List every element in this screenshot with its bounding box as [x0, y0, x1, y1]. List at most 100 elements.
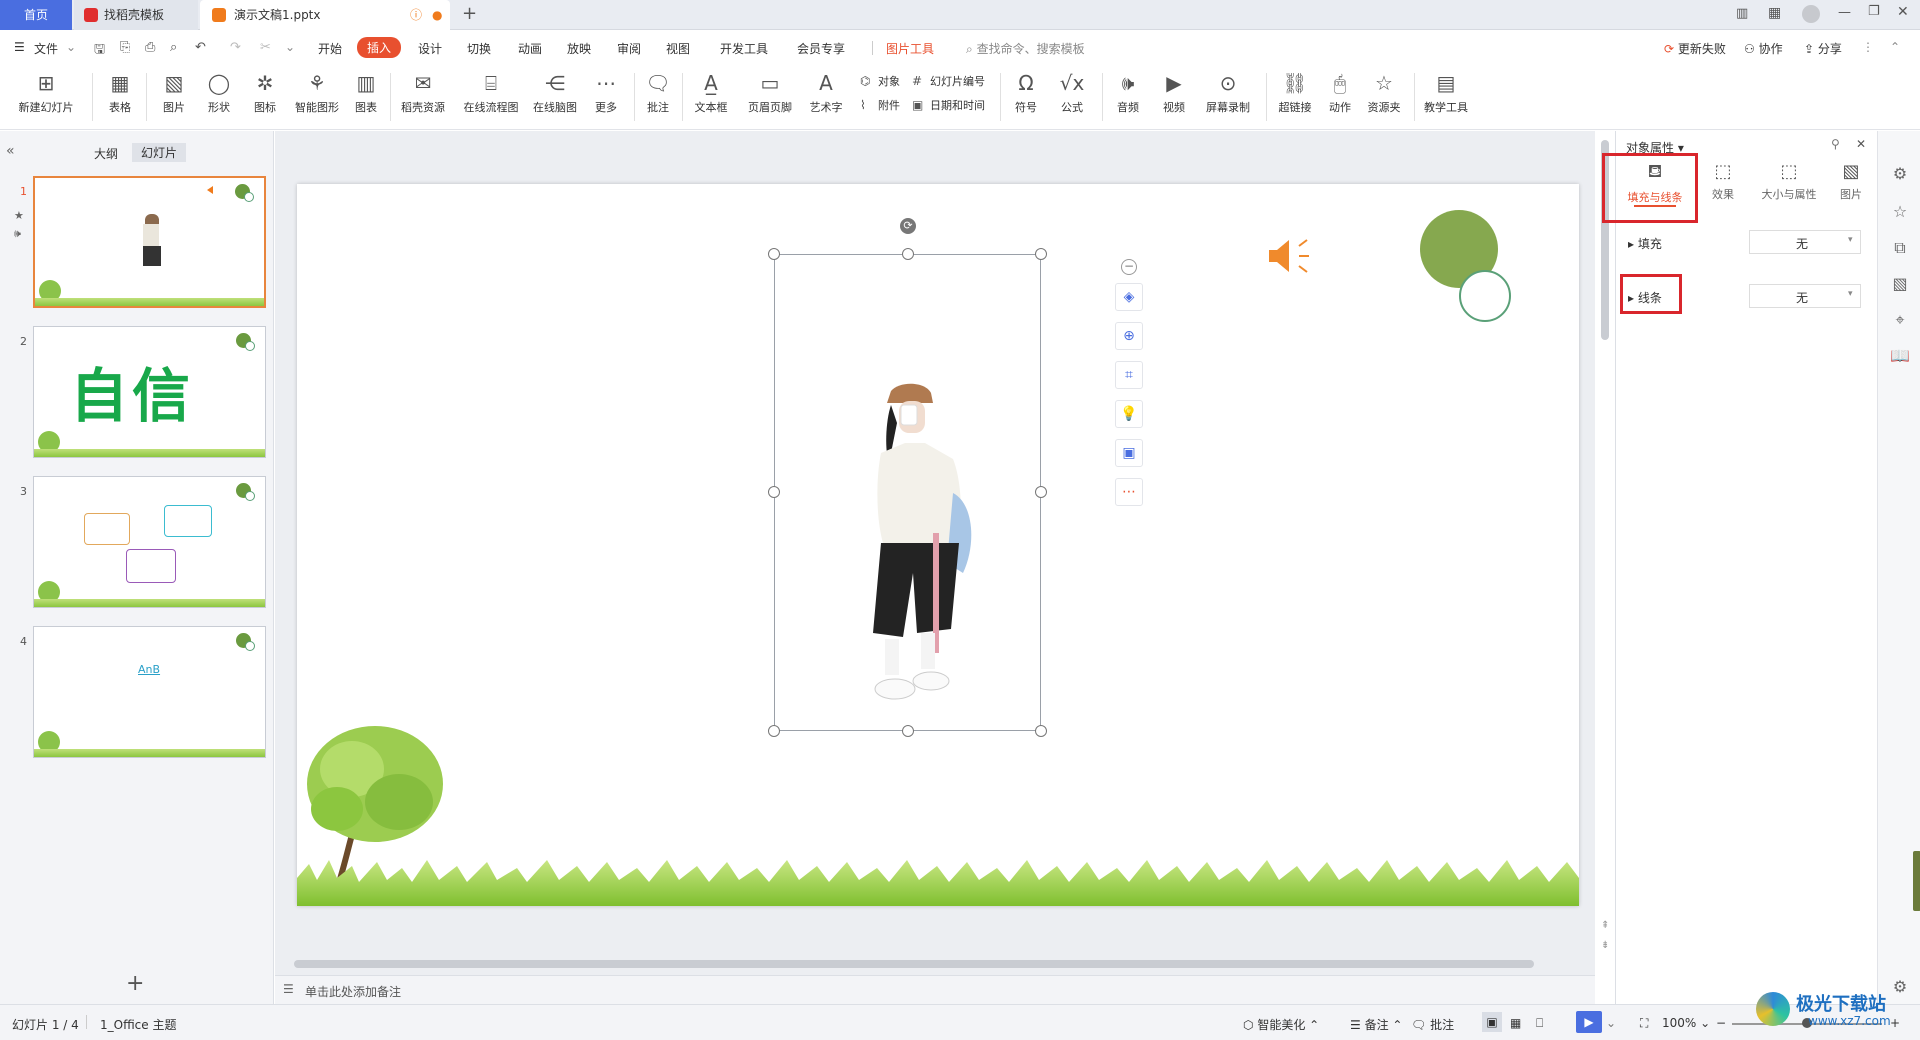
selected-picture-frame[interactable] [774, 254, 1041, 731]
menu-tab-member[interactable]: 会员专享 [797, 40, 845, 57]
animation-icon[interactable]: ☆ [1890, 202, 1910, 222]
menu-tab-animation[interactable]: 动画 [518, 40, 542, 57]
resource-folder-button[interactable]: ☆ 资源夹 [1362, 71, 1406, 115]
resize-handle[interactable] [902, 248, 914, 260]
layout-icon[interactable]: ▥ [1736, 6, 1748, 21]
collapse-ribbon-icon[interactable]: ⌃ [1890, 40, 1900, 54]
slide-thumbnail-3[interactable] [33, 476, 266, 608]
menu-tab-slideshow[interactable]: 放映 [567, 40, 591, 57]
resize-handle[interactable] [1035, 486, 1047, 498]
zoom-level[interactable]: 100% ⌄ [1662, 1016, 1710, 1030]
save-icon[interactable]: 🖫 [94, 40, 105, 62]
restore-icon[interactable]: ❐ [1868, 4, 1880, 19]
pin-icon[interactable]: ⚲ [1831, 137, 1840, 151]
resize-handle[interactable] [1035, 248, 1047, 260]
side-handle[interactable] [1913, 851, 1920, 911]
hyperlink-button[interactable]: ⛓ 超链接 [1272, 71, 1318, 115]
wordart-button[interactable]: A 艺术字 [802, 71, 850, 115]
format-painter-icon[interactable]: ✂ [260, 40, 271, 55]
more-tools-icon[interactable]: ⋯ [1115, 478, 1143, 506]
minimize-icon[interactable]: — [1838, 5, 1851, 20]
smart-beautify-button[interactable]: ⬡ 智能美化 ⌃ [1243, 1016, 1319, 1033]
avatar[interactable] [1802, 5, 1820, 23]
fill-select[interactable]: 无 ▾ [1749, 230, 1861, 254]
slide-canvas[interactable]: ⟳ [297, 184, 1579, 906]
quick-access-dropdown-icon[interactable]: ⌄ [285, 40, 295, 54]
more-menu-icon[interactable]: ⋮ [1862, 40, 1874, 54]
outline-circle-shape[interactable] [1459, 270, 1511, 322]
resize-handle[interactable] [768, 725, 780, 737]
share-button[interactable]: ⇪ 分享 [1804, 40, 1842, 57]
fill-section-toggle[interactable]: ▸ 填充 [1628, 235, 1662, 252]
print-icon[interactable]: ⎙ [145, 40, 155, 55]
screen-record-button[interactable]: ⊙ 屏幕录制 [1200, 71, 1256, 115]
slide-thumbnail-1[interactable] [33, 176, 266, 308]
tab-effects[interactable]: ⬚ 效果 [1704, 161, 1742, 202]
table-button[interactable]: ▦ 表格 [100, 71, 140, 115]
zoom-in-icon[interactable]: ⊕ [1115, 322, 1143, 350]
notes-bar[interactable]: ☰ 单击此处添加备注 [275, 975, 1595, 1004]
datetime-button[interactable]: ▣ 日期和时间 [912, 97, 985, 113]
fit-window-icon[interactable]: ⛶ [1640, 1016, 1648, 1031]
search-command[interactable]: ⌕ 查找命令、搜索模板 [966, 40, 1085, 57]
shape-button[interactable]: ◯ 形状 [198, 71, 240, 115]
notes-toggle-button[interactable]: ☰ 备注 ⌃ [1350, 1016, 1402, 1033]
reading-view-icon[interactable]: ⎕ [1536, 1016, 1543, 1031]
play-slideshow-button[interactable]: ▶ [1576, 1011, 1602, 1033]
picture-button[interactable]: ▧ 图片 [152, 71, 196, 115]
warning-icon[interactable]: ⓘ [410, 0, 422, 30]
picture-to-text-icon[interactable]: ▣ [1115, 439, 1143, 467]
menu-file[interactable]: 文件 [34, 40, 58, 57]
slide-number-button[interactable]: # 幻灯片编号 [912, 73, 985, 89]
comment-button[interactable]: 🗨 批注 [640, 71, 676, 115]
next-slide-icon[interactable]: ⇟ [1601, 940, 1609, 951]
menu-tab-design[interactable]: 设计 [418, 40, 442, 57]
formula-button[interactable]: √x 公式 [1052, 71, 1092, 115]
copy-format-icon[interactable]: ⧉ [1890, 238, 1910, 258]
resize-handle[interactable] [1035, 725, 1047, 737]
chart-button[interactable]: ▥ 图表 [348, 71, 384, 115]
menu-tab-transition[interactable]: 切换 [467, 40, 491, 57]
header-footer-button[interactable]: ▭ 页眉页脚 [742, 71, 798, 115]
location-icon[interactable]: ⌖ [1890, 310, 1910, 330]
redo-icon[interactable]: ↷ [230, 40, 241, 55]
resize-handle[interactable] [768, 486, 780, 498]
video-button[interactable]: ▶ 视频 [1154, 71, 1194, 115]
chevron-down-icon[interactable]: ⌄ [66, 40, 76, 54]
speaker-icon[interactable] [1267, 234, 1315, 278]
comments-toggle-button[interactable]: 🗨 批注 [1411, 1016, 1454, 1033]
slides-tab[interactable]: 幻灯片 [132, 143, 187, 162]
icon-button[interactable]: ✲ 图标 [244, 71, 286, 115]
online-flowchart-button[interactable]: ⌸ 在线流程图 [458, 71, 524, 115]
outline-tab[interactable]: 大纲 [94, 145, 118, 162]
audio-button[interactable]: 🕪 音频 [1108, 71, 1148, 115]
online-mindmap-button[interactable]: ⋲ 在线脑图 [528, 71, 582, 115]
play-options-icon[interactable]: ⌄ [1606, 1016, 1616, 1030]
collaborate-button[interactable]: ⚇ 协作 [1744, 40, 1783, 57]
collapse-panel-icon[interactable]: « [6, 143, 15, 159]
normal-view-icon[interactable]: ▣ [1482, 1012, 1502, 1032]
menu-tab-developer[interactable]: 开发工具 [720, 40, 768, 57]
book-icon[interactable]: 📖 [1890, 346, 1910, 366]
tab-picture[interactable]: ▧ 图片 [1832, 161, 1870, 202]
resize-handle[interactable] [768, 248, 780, 260]
update-failed[interactable]: ⟳ 更新失败 [1664, 40, 1726, 57]
tab-document[interactable]: 演示文稿1.pptx ⓘ ● [200, 0, 450, 30]
export-pdf-icon[interactable]: ⎘ [120, 40, 130, 55]
undo-icon[interactable]: ↶ [195, 40, 206, 55]
menu-tab-review[interactable]: 审阅 [617, 40, 641, 57]
rotate-handle-icon[interactable]: ⟳ [900, 218, 916, 234]
girl-photo-image[interactable] [855, 383, 985, 713]
resize-handle[interactable] [902, 725, 914, 737]
horizontal-scrollbar[interactable] [294, 960, 1534, 968]
menu-tab-view[interactable]: 视图 [666, 40, 690, 57]
image-tools-icon[interactable]: ▧ [1890, 274, 1910, 294]
zoom-out-icon[interactable]: − [1716, 1016, 1726, 1030]
new-slide-button[interactable]: ⊞ 新建幻灯片 [10, 71, 82, 115]
layers-icon[interactable]: ◈ [1115, 283, 1143, 311]
textbox-button[interactable]: A̲ 文本框 [686, 71, 736, 115]
more-button[interactable]: ⋯ 更多 [586, 71, 626, 115]
line-select[interactable]: 无 ▾ [1749, 284, 1861, 308]
menu-tab-picture-tools[interactable]: 图片工具 [886, 40, 934, 57]
tab-size-and-properties[interactable]: ⬚ 大小与属性 [1754, 161, 1824, 202]
